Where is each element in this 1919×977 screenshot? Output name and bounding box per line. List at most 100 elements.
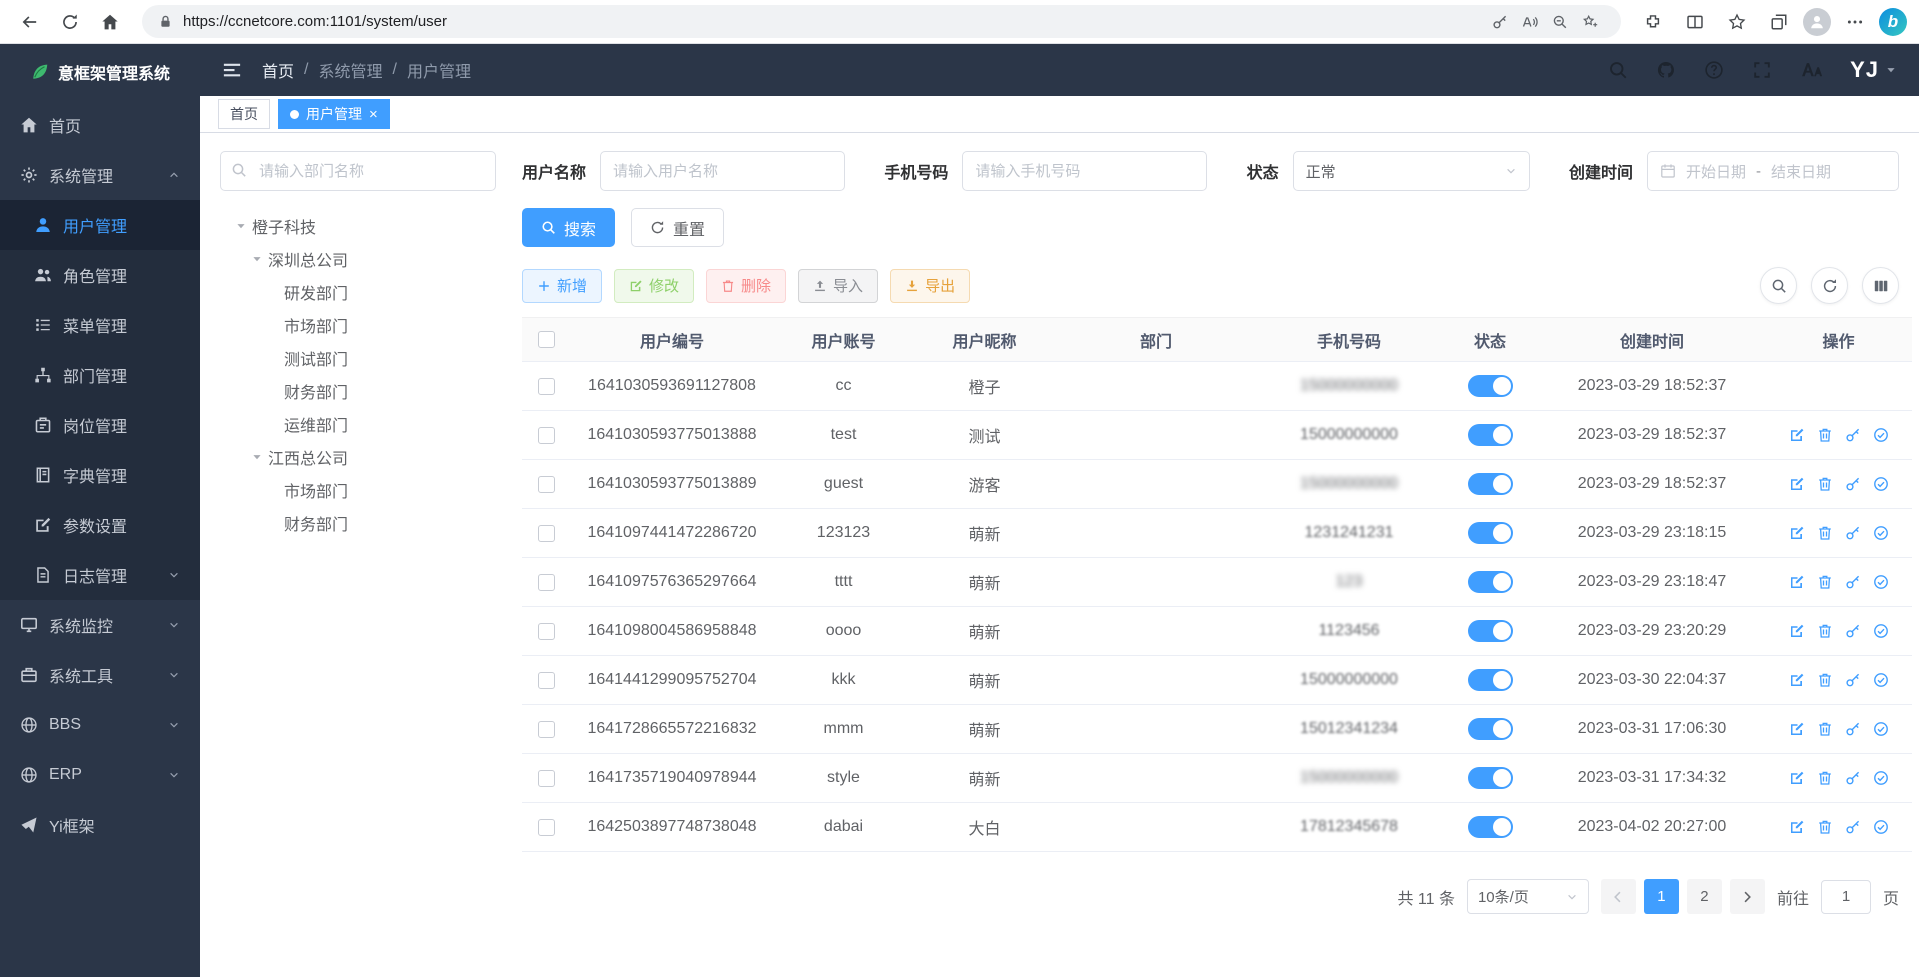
profile-avatar[interactable] bbox=[1803, 8, 1831, 36]
help-icon[interactable] bbox=[1704, 60, 1724, 80]
page-button-2[interactable]: 2 bbox=[1687, 879, 1722, 914]
edit-icon[interactable] bbox=[1789, 819, 1805, 835]
caret-down-icon[interactable] bbox=[246, 253, 268, 265]
row-checkbox[interactable] bbox=[538, 819, 555, 836]
tree-node[interactable]: 测试部门 bbox=[220, 341, 496, 374]
tree-node[interactable]: 市场部门 bbox=[220, 308, 496, 341]
sidebar-item-post[interactable]: 岗位管理 bbox=[0, 400, 200, 450]
sidebar-item-dept[interactable]: 部门管理 bbox=[0, 350, 200, 400]
header-search-icon[interactable] bbox=[1608, 60, 1628, 80]
delete-icon[interactable] bbox=[1817, 770, 1833, 786]
tab-user-management[interactable]: 用户管理 × bbox=[278, 99, 390, 129]
key-icon[interactable] bbox=[1845, 770, 1861, 786]
search-button[interactable]: 搜索 bbox=[522, 208, 615, 247]
delete-icon[interactable] bbox=[1817, 427, 1833, 443]
tree-node[interactable]: 研发部门 bbox=[220, 275, 496, 308]
check-circle-icon[interactable] bbox=[1873, 672, 1889, 688]
edit-icon[interactable] bbox=[1789, 672, 1805, 688]
row-checkbox[interactable] bbox=[538, 574, 555, 591]
refresh-table-button[interactable] bbox=[1811, 267, 1848, 304]
edit-icon[interactable] bbox=[1789, 574, 1805, 590]
read-aloud-icon[interactable] bbox=[1515, 8, 1545, 36]
delete-icon[interactable] bbox=[1817, 525, 1833, 541]
import-button[interactable]: 导入 bbox=[798, 269, 878, 303]
sidebar-item-tools[interactable]: 系统工具 bbox=[0, 650, 200, 700]
status-toggle[interactable] bbox=[1468, 375, 1513, 397]
edit-icon[interactable] bbox=[1789, 427, 1805, 443]
row-checkbox[interactable] bbox=[538, 672, 555, 689]
more-menu-icon[interactable] bbox=[1837, 5, 1873, 39]
favorites-icon[interactable] bbox=[1719, 5, 1755, 39]
split-screen-icon[interactable] bbox=[1677, 5, 1713, 39]
status-select[interactable]: 正常 bbox=[1293, 151, 1530, 191]
phone-input[interactable] bbox=[962, 151, 1207, 191]
url-text[interactable]: https://ccnetcore.com:1101/system/user bbox=[183, 13, 1485, 30]
check-circle-icon[interactable] bbox=[1873, 623, 1889, 639]
date-range-picker[interactable]: 开始日期 - 结束日期 bbox=[1647, 151, 1899, 191]
check-circle-icon[interactable] bbox=[1873, 819, 1889, 835]
github-icon[interactable] bbox=[1656, 60, 1676, 80]
tab-home[interactable]: 首页 bbox=[218, 99, 270, 129]
check-circle-icon[interactable] bbox=[1873, 427, 1889, 443]
toggle-search-button[interactable] bbox=[1760, 267, 1797, 304]
tree-node[interactable]: 江西总公司 bbox=[220, 440, 496, 473]
status-toggle[interactable] bbox=[1468, 424, 1513, 446]
edit-icon[interactable] bbox=[1789, 623, 1805, 639]
export-button[interactable]: 导出 bbox=[890, 269, 970, 303]
tree-node[interactable]: 深圳总公司 bbox=[220, 242, 496, 275]
status-toggle[interactable] bbox=[1468, 473, 1513, 495]
caret-down-icon[interactable] bbox=[230, 220, 252, 232]
sidebar-item-erp[interactable]: ERP bbox=[0, 750, 200, 800]
site-lock-icon[interactable] bbox=[158, 14, 173, 29]
select-all-checkbox[interactable] bbox=[538, 331, 555, 348]
edit-icon[interactable] bbox=[1789, 525, 1805, 541]
reset-button[interactable]: 重置 bbox=[631, 208, 724, 247]
delete-icon[interactable] bbox=[1817, 574, 1833, 590]
status-toggle[interactable] bbox=[1468, 522, 1513, 544]
sidebar-item-dict[interactable]: 字典管理 bbox=[0, 450, 200, 500]
zoom-out-icon[interactable] bbox=[1545, 8, 1575, 36]
status-toggle[interactable] bbox=[1468, 620, 1513, 642]
status-toggle[interactable] bbox=[1468, 669, 1513, 691]
sidebar-item-bbs[interactable]: BBS bbox=[0, 700, 200, 750]
browser-home-icon[interactable] bbox=[92, 5, 128, 39]
sidebar-item-menu[interactable]: 菜单管理 bbox=[0, 300, 200, 350]
goto-page-input[interactable] bbox=[1821, 880, 1871, 914]
edit-button[interactable]: 修改 bbox=[614, 269, 694, 303]
close-icon[interactable]: × bbox=[369, 107, 378, 122]
favorites-add-icon[interactable] bbox=[1575, 8, 1605, 36]
sidebar-item-config[interactable]: 参数设置 bbox=[0, 500, 200, 550]
extensions-icon[interactable] bbox=[1635, 5, 1671, 39]
sidebar-item-log[interactable]: 日志管理 bbox=[0, 550, 200, 600]
delete-button[interactable]: 删除 bbox=[706, 269, 786, 303]
status-toggle[interactable] bbox=[1468, 816, 1513, 838]
check-circle-icon[interactable] bbox=[1873, 770, 1889, 786]
user-avatar[interactable]: YJ bbox=[1850, 57, 1897, 83]
address-bar[interactable]: https://ccnetcore.com:1101/system/user bbox=[142, 5, 1621, 38]
back-icon[interactable] bbox=[12, 5, 48, 39]
delete-icon[interactable] bbox=[1817, 819, 1833, 835]
edit-icon[interactable] bbox=[1789, 721, 1805, 737]
caret-down-icon[interactable] bbox=[246, 451, 268, 463]
check-circle-icon[interactable] bbox=[1873, 525, 1889, 541]
tree-node[interactable]: 财务部门 bbox=[220, 374, 496, 407]
collections-icon[interactable] bbox=[1761, 5, 1797, 39]
next-page-button[interactable] bbox=[1730, 879, 1765, 914]
key-icon[interactable] bbox=[1845, 427, 1861, 443]
password-key-icon[interactable] bbox=[1485, 8, 1515, 36]
key-icon[interactable] bbox=[1845, 623, 1861, 639]
tree-node[interactable]: 运维部门 bbox=[220, 407, 496, 440]
tree-node[interactable]: 市场部门 bbox=[220, 473, 496, 506]
delete-icon[interactable] bbox=[1817, 672, 1833, 688]
row-checkbox[interactable] bbox=[538, 721, 555, 738]
check-circle-icon[interactable] bbox=[1873, 574, 1889, 590]
sidebar-item-yi[interactable]: Yi框架 bbox=[0, 800, 200, 850]
check-circle-icon[interactable] bbox=[1873, 721, 1889, 737]
delete-icon[interactable] bbox=[1817, 721, 1833, 737]
app-logo[interactable]: 意框架管理系统 bbox=[0, 44, 200, 100]
page-button-1[interactable]: 1 bbox=[1644, 879, 1679, 914]
key-icon[interactable] bbox=[1845, 721, 1861, 737]
delete-icon[interactable] bbox=[1817, 476, 1833, 492]
row-checkbox[interactable] bbox=[538, 525, 555, 542]
breadcrumb-system[interactable]: 系统管理 bbox=[318, 58, 382, 82]
